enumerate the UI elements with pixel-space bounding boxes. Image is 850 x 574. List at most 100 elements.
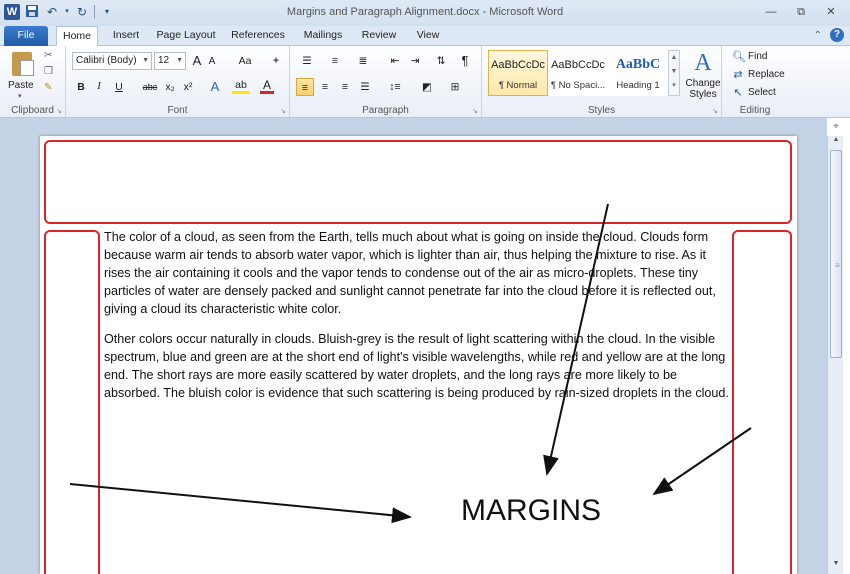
justify-icon[interactable]: ☰ — [356, 78, 374, 96]
clear-formatting-icon[interactable]: ✦ — [268, 52, 284, 70]
align-right-icon[interactable]: ≡ — [336, 78, 354, 96]
editing-group-label: Editing — [739, 105, 771, 116]
change-styles-label-line2: Styles — [689, 89, 717, 100]
scroll-thumb[interactable]: ≡ — [830, 150, 842, 358]
line-spacing-icon[interactable]: ↕≡ — [384, 78, 406, 96]
tab-mailings[interactable]: Mailings — [298, 26, 348, 46]
minimize-ribbon-icon[interactable]: ⌃ — [814, 30, 822, 41]
underline-button[interactable]: U — [112, 78, 126, 96]
grow-font-button[interactable]: A — [190, 52, 204, 70]
tab-file[interactable]: File — [4, 26, 48, 46]
font-name-combo[interactable]: Calibri (Body) ▼ — [72, 52, 152, 70]
clipboard-launcher-icon[interactable]: ↘ — [56, 107, 62, 115]
tab-review[interactable]: Review — [358, 26, 400, 46]
replace-icon: ⇄ — [733, 69, 743, 81]
sort-icon[interactable]: ⇅ — [432, 52, 450, 70]
style-normal-sample: AaBbCcDc — [491, 59, 545, 71]
select-button[interactable]: ↖ Select — [732, 86, 776, 99]
left-margin-highlight — [44, 230, 100, 574]
paste-icon[interactable] — [10, 50, 36, 78]
copy-icon[interactable]: ❐ — [44, 66, 53, 77]
find-label: Find — [748, 51, 768, 62]
styles-group-label: Styles — [587, 105, 616, 116]
paragraph-group: ☰ ≡ ≣ ⇤ ⇥ ⇅ ¶ ≡ ≡ ≡ ☰ ↕≡ ◩ ⊞ Paragraph ↘ — [290, 46, 482, 118]
style-heading-1-sample: AaBbC — [615, 57, 661, 72]
window-controls: — ⧉ ✕ — [758, 3, 844, 21]
borders-icon[interactable]: ⊞ — [444, 78, 466, 96]
styles-gallery-scroll[interactable]: ▲ ▼ ▾ — [668, 50, 680, 96]
show-formatting-icon[interactable]: ¶ — [456, 52, 474, 70]
tab-insert[interactable]: Insert — [108, 26, 144, 46]
change-styles-icon[interactable]: A — [690, 50, 716, 76]
close-icon[interactable]: ✕ — [818, 3, 844, 21]
margins-callout-label: MARGINS — [461, 494, 602, 527]
shrink-font-button[interactable]: A — [206, 53, 218, 71]
paste-dropdown-icon[interactable]: ▾ — [18, 92, 22, 100]
font-color-button[interactable]: A — [260, 78, 274, 94]
align-left-icon[interactable]: ≡ — [296, 78, 314, 96]
superscript-button[interactable]: x² — [180, 78, 196, 96]
scroll-up-icon[interactable]: ▲ — [828, 136, 844, 148]
select-cursor-icon: ↖ — [733, 87, 743, 99]
change-styles-button[interactable]: Change Styles — [682, 78, 724, 100]
font-size-combo[interactable]: 12 ▼ — [154, 52, 186, 70]
text-effects-button[interactable]: A — [208, 78, 222, 96]
italic-button[interactable]: I — [92, 78, 106, 96]
top-margin-highlight — [44, 140, 792, 224]
minimize-icon[interactable]: — — [758, 3, 784, 21]
font-group: Calibri (Body) ▼ 12 ▼ A A Aa ✦ B I U abc x… — [66, 46, 290, 118]
bold-button[interactable]: B — [74, 78, 88, 96]
align-center-icon[interactable]: ≡ — [316, 78, 334, 96]
paste-button[interactable]: Paste — [8, 80, 34, 91]
font-launcher-icon[interactable]: ↘ — [280, 107, 286, 115]
tab-references[interactable]: References — [228, 26, 288, 46]
chevron-down-icon: ▼ — [176, 57, 183, 64]
replace-label: Replace — [748, 69, 785, 80]
replace-button[interactable]: ⇄ Replace — [732, 68, 785, 81]
grip-icon: ≡ — [835, 261, 840, 270]
style-normal-name: ¶ Normal — [498, 80, 538, 91]
tab-view[interactable]: View — [410, 26, 446, 46]
restore-icon[interactable]: ⧉ — [788, 3, 814, 21]
style-no-spacing[interactable]: AaBbCcDc ¶ No Spaci... — [548, 50, 608, 96]
scroll-down-icon[interactable]: ▼ — [828, 560, 844, 572]
strikethrough-button[interactable]: abc — [140, 78, 160, 96]
ribbon: Paste ▾ ✂ ❐ ✎ Clipboard ↘ Calibri (Body)… — [0, 46, 850, 118]
style-no-spacing-name: ¶ No Spaci... — [550, 80, 606, 91]
change-styles-label-line1: Change — [685, 78, 721, 89]
document-body[interactable]: The color of a cloud, as seen from the E… — [104, 228, 730, 414]
subscript-button[interactable]: x₂ — [162, 78, 178, 96]
chevron-down-icon: ▼ — [142, 57, 149, 64]
numbering-icon[interactable]: ≡ — [324, 52, 346, 70]
paragraph-2[interactable]: Other colors occur naturally in clouds. … — [104, 330, 730, 402]
tabrow-right-controls: ⌃ ? — [814, 28, 844, 42]
vertical-scrollbar[interactable]: ▲ ≡ ▼ — [827, 136, 843, 574]
cut-icon[interactable]: ✂ — [44, 50, 52, 61]
multilevel-list-icon[interactable]: ≣ — [352, 52, 374, 70]
select-label: Select — [748, 87, 776, 98]
paragraph-launcher-icon[interactable]: ↘ — [472, 107, 478, 115]
ribbon-tab-row: File Home Insert Page Layout References … — [0, 26, 850, 47]
find-button[interactable]: 🔍︎ Find — [732, 50, 767, 63]
tab-home[interactable]: Home — [56, 26, 98, 47]
bullets-icon[interactable]: ☰ — [296, 52, 318, 70]
tab-page-layout[interactable]: Page Layout — [154, 26, 218, 46]
view-ruler-icon[interactable]: ⌖ — [829, 121, 843, 135]
decrease-indent-icon[interactable]: ⇤ — [386, 52, 404, 70]
right-margin-highlight — [732, 230, 792, 574]
change-case-button[interactable]: Aa — [234, 52, 256, 70]
style-heading-1[interactable]: AaBbC Heading 1 — [608, 50, 668, 96]
styles-launcher-icon[interactable]: ↘ — [712, 107, 718, 115]
style-normal[interactable]: AaBbCcDc ¶ Normal — [488, 50, 548, 96]
increase-indent-icon[interactable]: ⇥ — [406, 52, 424, 70]
find-icon: 🔍︎ — [732, 51, 746, 63]
highlight-button[interactable]: ab — [232, 78, 250, 94]
font-group-label: Font — [167, 105, 188, 116]
format-painter-icon[interactable]: ✎ — [44, 82, 52, 93]
shading-icon[interactable]: ◩ — [416, 78, 438, 96]
paragraph-1[interactable]: The color of a cloud, as seen from the E… — [104, 228, 730, 318]
help-icon[interactable]: ? — [830, 28, 844, 42]
style-heading-1-name: Heading 1 — [616, 80, 660, 91]
font-size-value: 12 — [158, 55, 170, 66]
paragraph-group-label: Paragraph — [362, 105, 409, 116]
